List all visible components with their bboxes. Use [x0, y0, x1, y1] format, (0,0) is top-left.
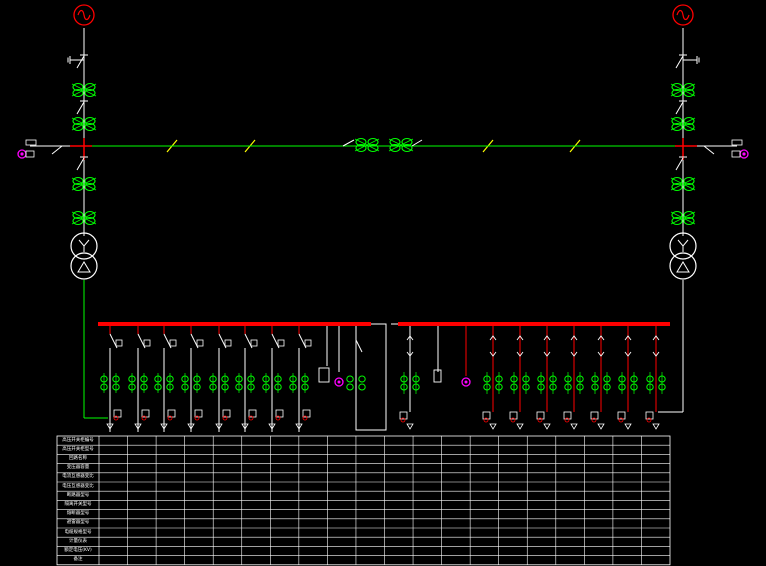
table-row-label: 避雷器型号 [66, 520, 90, 526]
surge-arrester-icon [318, 326, 366, 416]
feeder-branch [235, 326, 258, 432]
feeder-branch [482, 326, 503, 430]
generator-icon [672, 4, 694, 26]
breaker-icon [675, 100, 687, 115]
table-row-label: 电压互感器变比 [62, 483, 94, 489]
breaker-icon [675, 54, 687, 69]
feeder-branch [262, 326, 285, 432]
feeder-branch [590, 326, 611, 430]
breaker-icon [76, 100, 88, 115]
feeder-branch [181, 326, 204, 432]
diagram-symbols [17, 4, 749, 566]
table-row-label: 电流互感器变比 [62, 474, 94, 480]
feeder-branch [154, 326, 177, 432]
table-row-label: 回路名称 [69, 456, 87, 461]
parameter-table-grid [56, 435, 671, 566]
table-row-label: 高压开关柜型号 [62, 446, 94, 452]
feeder-branch [128, 326, 151, 432]
current-transformer-icon [388, 137, 414, 153]
surge-arrester-icon [433, 326, 471, 387]
feeder-branch [289, 326, 312, 432]
feeder-branch [536, 326, 557, 430]
surge-arrester-icon [703, 139, 749, 159]
surge-arrester-icon [17, 139, 63, 159]
table-row-label: 备注 [73, 557, 83, 563]
table-row-label: 高压开关柜编号 [62, 437, 94, 443]
breaker-icon [76, 156, 88, 171]
transformer-icon [669, 232, 697, 280]
feeder-branch [563, 326, 584, 430]
table-row-label: 变压器容量 [66, 465, 90, 471]
earthing-switch-icon [67, 56, 84, 64]
transformer-icon [70, 232, 98, 280]
table-row-label: 熔断器型号 [66, 511, 90, 517]
table-row-label: 断路器型号 [66, 492, 90, 498]
table-row-label: 电缆规格型号 [64, 529, 92, 535]
table-row-label: 额定电压(KV) [64, 548, 92, 553]
earthing-switch-icon [683, 56, 700, 64]
table-row-label: 计量仪表 [69, 538, 87, 544]
breaker-icon [76, 54, 88, 69]
feeder-branch [209, 326, 232, 432]
feeder-branch [617, 326, 638, 430]
feeder-branch [399, 326, 420, 430]
single-line-diagram [17, 4, 749, 566]
feeder-branch [509, 326, 530, 430]
table-row-label: 隔离开关型号 [64, 502, 92, 507]
feeder-branch [100, 326, 123, 432]
breaker-icon [675, 156, 687, 171]
generator-icon [73, 4, 95, 26]
current-transformer-icon [354, 137, 380, 153]
diagram-wiring [30, 28, 737, 431]
feeder-branch [645, 326, 666, 430]
